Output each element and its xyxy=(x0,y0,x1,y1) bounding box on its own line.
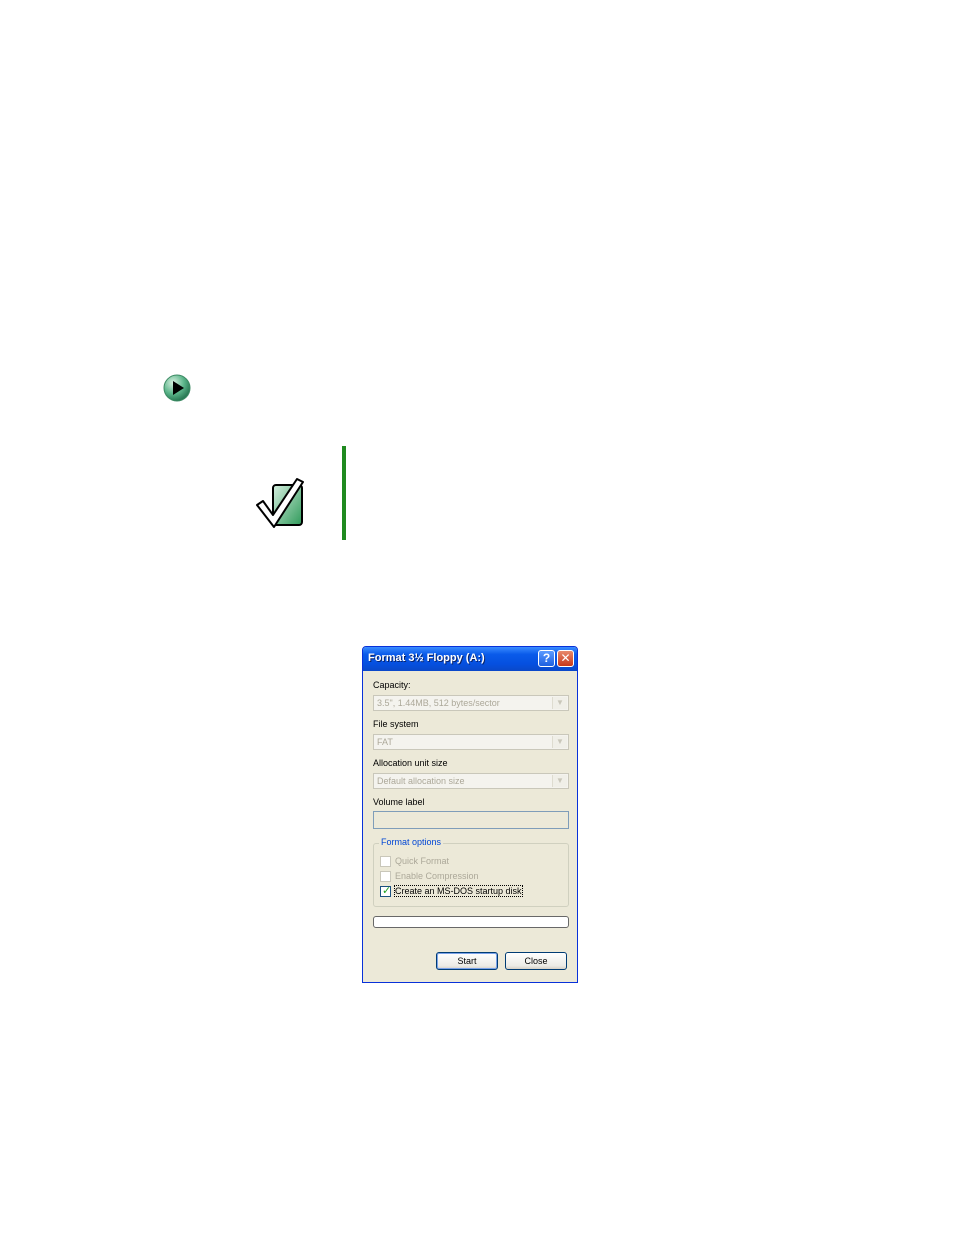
arrow-right-icon xyxy=(163,374,191,402)
checkmark-note-icon xyxy=(256,478,304,528)
start-button[interactable]: Start xyxy=(436,952,498,970)
format-options-title: Format options xyxy=(379,837,444,847)
capacity-value: 3.5", 1.44MB, 512 bytes/sector xyxy=(377,698,500,708)
close-button[interactable]: Close xyxy=(505,952,567,970)
startup-disk-checkbox[interactable]: ✓ xyxy=(380,885,392,897)
format-progress-bar xyxy=(373,916,569,928)
volume-label-label: Volume label xyxy=(373,797,425,807)
checkmark-icon: ✓ xyxy=(382,885,392,897)
dialog-title: Format 3½ Floppy (A:) xyxy=(368,652,485,664)
callout-rule xyxy=(342,446,346,540)
format-dialog: Format 3½ Floppy (A:) ? ✕ Capacity: 3.5"… xyxy=(362,646,578,983)
allocation-value: Default allocation size xyxy=(377,776,465,786)
file-system-select[interactable]: FAT ▼ xyxy=(373,734,569,750)
enable-compression-label: Enable Compression xyxy=(395,871,479,881)
file-system-value: FAT xyxy=(377,737,393,747)
close-window-button[interactable]: ✕ xyxy=(557,650,574,667)
enable-compression-checkbox[interactable] xyxy=(380,871,391,882)
allocation-select[interactable]: Default allocation size ▼ xyxy=(373,773,569,789)
quick-format-checkbox[interactable] xyxy=(380,856,391,867)
file-system-label: File system xyxy=(373,719,419,729)
chevron-down-icon[interactable]: ▼ xyxy=(552,775,567,787)
capacity-label: Capacity: xyxy=(373,680,411,690)
close-icon: ✕ xyxy=(560,651,571,665)
chevron-down-icon[interactable]: ▼ xyxy=(552,736,567,748)
help-icon: ? xyxy=(542,651,551,665)
startup-disk-label: Create an MS-DOS startup disk xyxy=(394,885,523,897)
allocation-label: Allocation unit size xyxy=(373,758,448,768)
format-options-group: Format options Quick Format Enable Compr… xyxy=(373,837,569,907)
volume-label-input[interactable] xyxy=(373,811,569,829)
quick-format-label: Quick Format xyxy=(395,856,450,866)
chevron-down-icon[interactable]: ▼ xyxy=(552,697,567,709)
capacity-select[interactable]: 3.5", 1.44MB, 512 bytes/sector ▼ xyxy=(373,695,569,711)
help-button[interactable]: ? xyxy=(538,650,555,667)
title-bar[interactable]: Format 3½ Floppy (A:) ? ✕ xyxy=(363,647,577,671)
